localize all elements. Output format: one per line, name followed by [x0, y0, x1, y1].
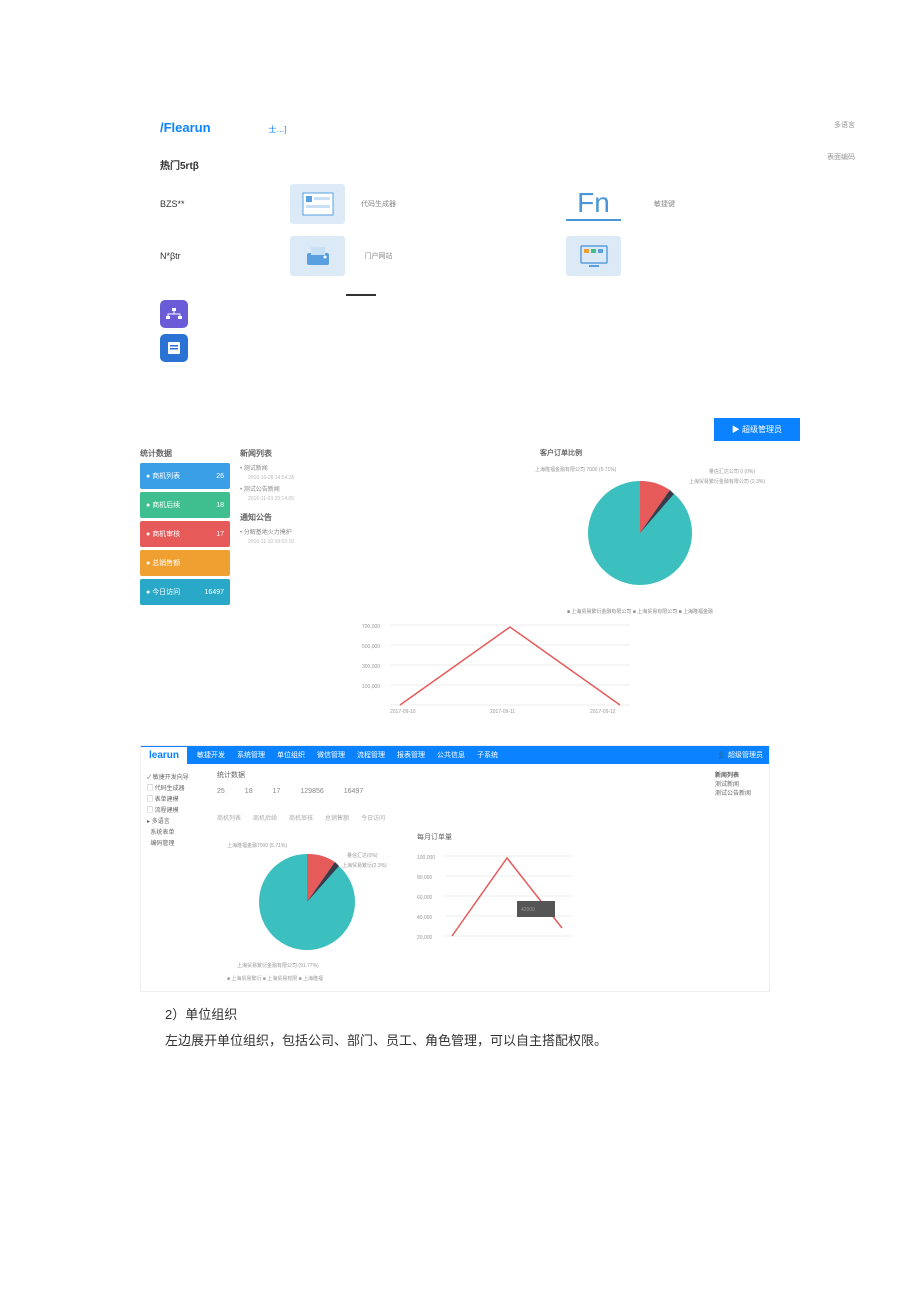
stat-card[interactable]: ● 总销售额 [140, 550, 230, 576]
nav-item[interactable]: 报表管理 [391, 750, 431, 760]
sidebar-item[interactable]: ▢ 流程建模 [147, 805, 205, 814]
stat-card[interactable]: ● 商机列表26 [140, 463, 230, 489]
svg-text:量信汇达(0%): 量信汇达(0%) [347, 852, 378, 859]
sidebar-item[interactable]: 系统表单 [147, 827, 205, 836]
svg-text:上海贸易繁衍金融有限公司 (91.77%): 上海贸易繁衍金融有限公司 (91.77%) [237, 962, 319, 969]
notice-item[interactable]: • 分解基地火力掩护 [240, 527, 370, 536]
svg-text:2017-09-10: 2017-09-10 [390, 709, 416, 715]
group-label: 热门5rtβ [160, 157, 290, 172]
stat-value: 25 [217, 788, 225, 795]
stat-label: 商机后续 [253, 813, 277, 822]
svg-text:2017-09-11: 2017-09-11 [490, 709, 515, 715]
divider-line [346, 294, 376, 296]
stat-card[interactable]: ● 商机后续18 [140, 492, 230, 518]
news-item[interactable]: • 测试新闻 [240, 463, 370, 472]
stat-value: 16497 [344, 788, 363, 795]
line-chart-small: 每月订单量 42000 100,00080,00060,00040,00020,… [417, 832, 577, 985]
pie-legend: ■ 上海贸易繁衍金融有限公司 ■ 上海贸易有限公司 ■ 上海隆福金融 [540, 608, 740, 615]
tile-printer-icon[interactable] [290, 236, 345, 276]
user-badge[interactable]: ▶ 超级管理员 [714, 418, 800, 441]
stat-label: 今日访问 [361, 813, 385, 822]
stat-label: 总销售额 [325, 813, 349, 822]
nav-item[interactable]: 子系统 [471, 750, 504, 760]
tile-form-label: 代码生成器 [351, 199, 406, 209]
svg-text:■ 上海贸易繁衍 ■ 上海贸易有限 ■ 上海隆福: ■ 上海贸易繁衍 ■ 上海贸易有限 ■ 上海隆福 [227, 975, 323, 982]
nav-item[interactable]: 单位组织 [271, 750, 311, 760]
side-code-label: 表面编码 [827, 152, 855, 162]
stat-card[interactable]: ● 今日访问16497 [140, 579, 230, 605]
pie-label: 上海贸易繁衍金融有限公司 (2.3%) [689, 478, 765, 485]
brand-title: /Flearun [160, 120, 211, 135]
right-title: 新闻列表 [715, 770, 763, 779]
svg-text:700,000: 700,000 [362, 624, 380, 630]
svg-text:60,000: 60,000 [417, 895, 433, 901]
svg-text:上海贸易繁衍(2.3%): 上海贸易繁衍(2.3%) [342, 862, 387, 869]
tab-label: 统计数据 [217, 770, 703, 780]
notice-title: 通知公告 [240, 512, 370, 523]
sidebar-item[interactable]: ▢ 表单建模 [147, 794, 205, 803]
svg-text:40,000: 40,000 [417, 915, 433, 921]
user-menu[interactable]: 👤 超级管理员 [711, 750, 769, 760]
nav-item[interactable]: 敏捷开发 [191, 750, 231, 760]
sidebar-item[interactable]: ▸ 多语言 [147, 816, 205, 825]
svg-text:2017-09-12: 2017-09-12 [590, 709, 616, 715]
svg-text:100,000: 100,000 [362, 684, 380, 690]
nav-item[interactable]: 微信管理 [311, 750, 351, 760]
pie-title: 客户订单比例 [540, 448, 740, 458]
right-item[interactable]: 测试公告新闻 [715, 788, 763, 797]
svg-text:上海隆福金融7000 (5.71%): 上海隆福金融7000 (5.71%) [227, 842, 287, 849]
sidebar-item[interactable]: ▢ 代码生成器 [147, 783, 205, 792]
tile-printer-label: 门户网站 [351, 251, 406, 261]
pie-chart: 上海隆福金融有限公司 7000 (5.71%) 量信汇达公司 0 (0%) 上海… [575, 468, 705, 598]
news-title: 新闻列表 [240, 448, 370, 459]
brand-sub: 士…] [268, 125, 286, 134]
sidebar-item[interactable]: 编码管理 [147, 838, 205, 847]
tile-form-icon[interactable] [290, 184, 345, 224]
news-date: 2016-10-28 14:54:35 [248, 475, 370, 481]
nav-item[interactable]: 系统管理 [231, 750, 271, 760]
pie-chart-small: 上海隆福金融7000 (5.71%) 量信汇达(0%) 上海贸易繁衍(2.3%)… [217, 832, 397, 985]
svg-text:100,000: 100,000 [417, 855, 435, 861]
nav-item[interactable]: 公共信息 [431, 750, 471, 760]
stat-value: 18 [245, 788, 253, 795]
stat-value: 129856 [300, 788, 323, 795]
news-item[interactable]: • 测试公告新闻 [240, 484, 370, 493]
svg-text:500,000: 500,000 [362, 644, 380, 650]
doc-heading: 2）单位组织 [165, 1002, 920, 1028]
sidebar-item[interactable]: ✓ 敏捷开发向导 [147, 772, 205, 781]
news-date: 2016-11-03 20:14:05 [248, 496, 370, 502]
side-lang-label: 多语言 [834, 120, 855, 130]
right-item[interactable]: 测试新闻 [715, 779, 763, 788]
sidebar: ✓ 敏捷开发向导 ▢ 代码生成器 ▢ 表单建模 ▢ 流程建模 ▸ 多语言 系统表… [141, 764, 211, 991]
pie-label: 量信汇达公司 0 (0%) [709, 468, 755, 475]
row1-label: BZS** [160, 199, 290, 209]
line-chart: 700,000 500,000 300,000 100,000 2017-09-10… [360, 615, 640, 715]
stat-value: 17 [273, 788, 281, 795]
svg-text:20,000: 20,000 [417, 935, 433, 941]
doc-icon[interactable] [160, 334, 188, 362]
stat-label: 商机列表 [217, 813, 241, 822]
row2-label: N*βtr [160, 251, 290, 261]
doc-body: 左边展开单位组织，包括公司、部门、员工、角色管理，可以自主搭配权限。 [165, 1028, 920, 1054]
stat-card[interactable]: ● 商机审核17 [140, 521, 230, 547]
flow-icon[interactable] [160, 300, 188, 328]
nav-item[interactable]: 流程管理 [351, 750, 391, 760]
pie-label: 上海隆福金融有限公司 7000 (5.71%) [535, 466, 616, 473]
fn-icon[interactable]: Fn [566, 187, 621, 221]
tile-monitor-icon[interactable] [566, 236, 621, 276]
notice-date: 2016-11-10 09:02:10 [248, 539, 370, 545]
app-logo[interactable]: learun [141, 747, 187, 764]
fn-label: 敏捷键 [637, 199, 692, 209]
svg-text:42000: 42000 [521, 907, 535, 913]
svg-text:300,000: 300,000 [362, 664, 380, 670]
svg-text:80,000: 80,000 [417, 875, 433, 881]
stats-title: 统计数据 [140, 448, 230, 459]
stat-label: 商机审核 [289, 813, 313, 822]
